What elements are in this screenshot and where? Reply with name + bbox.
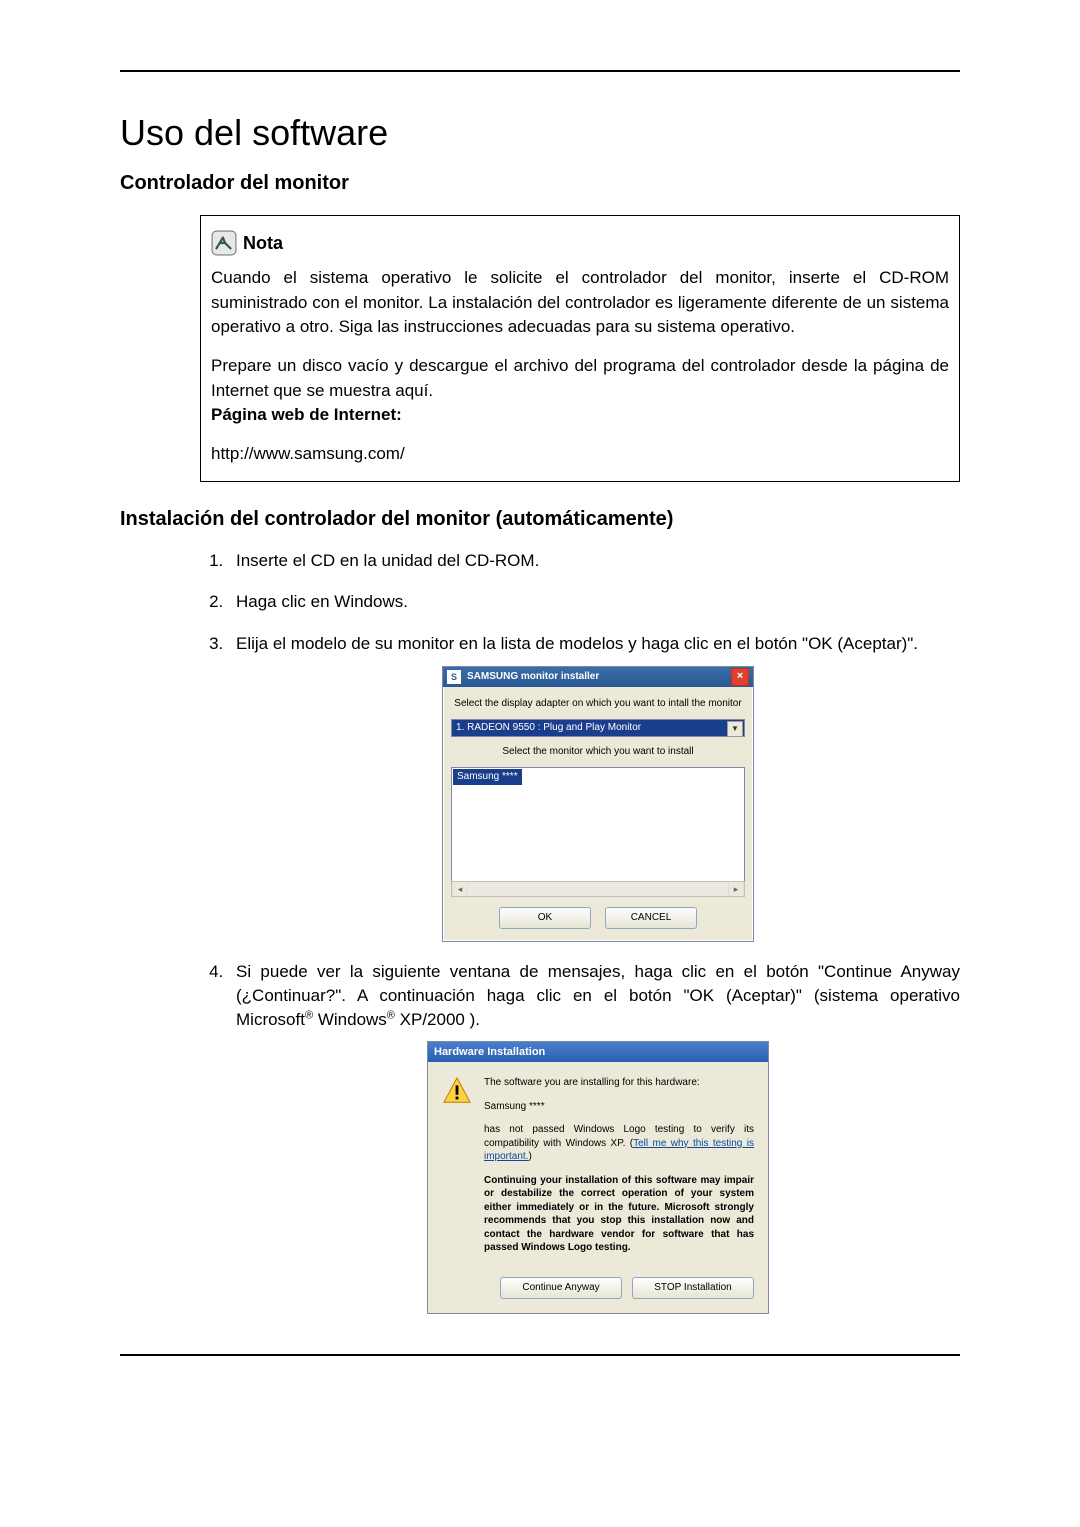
- step-4: Si puede ver la siguiente ventana de men…: [228, 960, 960, 1314]
- chevron-down-icon[interactable]: ▼: [727, 721, 743, 737]
- continue-anyway-button[interactable]: Continue Anyway: [500, 1277, 622, 1299]
- scroll-right-icon[interactable]: ▸: [728, 882, 744, 896]
- monitor-listbox[interactable]: Samsung ****: [451, 767, 745, 882]
- step-3: Elija el modelo de su monitor en la list…: [228, 632, 960, 942]
- hw-bold-warning: Continuing your installation of this sof…: [484, 1174, 754, 1255]
- registered-mark-1: ®: [305, 1009, 313, 1021]
- hardware-titlebar: Hardware Installation: [428, 1042, 768, 1062]
- bottom-rule: [120, 1354, 960, 1356]
- step-1: Inserte el CD en la unidad del CD-ROM.: [228, 549, 960, 573]
- hw-line3b: ): [528, 1151, 531, 1162]
- close-icon[interactable]: ×: [731, 668, 749, 686]
- installer-app-icon: S: [447, 670, 461, 684]
- step-4-text-c: XP/2000 ).: [395, 1010, 480, 1029]
- installer-title: SAMSUNG monitor installer: [467, 670, 599, 684]
- adapter-select[interactable]: 1. RADEON 9550 : Plug and Play Monitor ▼: [451, 719, 745, 737]
- monitor-label: Select the monitor which you want to ins…: [451, 745, 745, 759]
- hardware-dialog: Hardware Installation The software you a…: [427, 1041, 769, 1314]
- subsection-heading: Instalación del controlador del monitor …: [120, 508, 960, 531]
- hw-line2: Samsung ****: [484, 1100, 754, 1114]
- steps-list: Inserte el CD en la unidad del CD-ROM. H…: [200, 549, 960, 1314]
- step-3-text: Elija el modelo de su monitor en la list…: [236, 634, 918, 653]
- note-internet-label: Página web de Internet:: [211, 405, 402, 424]
- registered-mark-2: ®: [387, 1009, 395, 1021]
- hardware-title: Hardware Installation: [434, 1045, 545, 1060]
- note-paragraph-2-text: Prepare un disco vacío y descargue el ar…: [211, 356, 949, 400]
- monitor-list-item[interactable]: Samsung ****: [453, 769, 522, 785]
- section-heading: Controlador del monitor: [120, 172, 960, 195]
- horizontal-scrollbar[interactable]: ◂ ▸: [451, 881, 745, 897]
- hw-line3: has not passed Windows Logo testing to v…: [484, 1123, 754, 1164]
- hw-line1: The software you are installing for this…: [484, 1076, 754, 1090]
- step-2: Haga clic en Windows.: [228, 590, 960, 614]
- installer-titlebar: S SAMSUNG monitor installer ×: [443, 667, 753, 687]
- note-paragraph-2: Prepare un disco vacío y descargue el ar…: [211, 354, 949, 428]
- page-title: Uso del software: [120, 112, 960, 154]
- top-rule: [120, 70, 960, 72]
- note-icon: [211, 230, 237, 256]
- hardware-text: The software you are installing for this…: [484, 1076, 754, 1265]
- note-heading: Nota: [211, 230, 949, 256]
- stop-installation-button[interactable]: STOP Installation: [632, 1277, 754, 1299]
- note-paragraph-1: Cuando el sistema operativo le solicite …: [211, 266, 949, 340]
- installer-dialog: S SAMSUNG monitor installer × Select the…: [442, 666, 754, 942]
- note-box: Nota Cuando el sistema operativo le soli…: [200, 215, 960, 482]
- adapter-label: Select the display adapter on which you …: [451, 697, 745, 711]
- adapter-select-value: 1. RADEON 9550 : Plug and Play Monitor: [456, 721, 641, 735]
- note-url: http://www.samsung.com/: [211, 442, 949, 467]
- cancel-button[interactable]: CANCEL: [605, 907, 697, 929]
- warning-icon: [442, 1076, 472, 1106]
- scroll-left-icon[interactable]: ◂: [452, 882, 468, 896]
- note-heading-text: Nota: [243, 230, 283, 256]
- ok-button[interactable]: OK: [499, 907, 591, 929]
- step-4-text-b: Windows: [313, 1010, 387, 1029]
